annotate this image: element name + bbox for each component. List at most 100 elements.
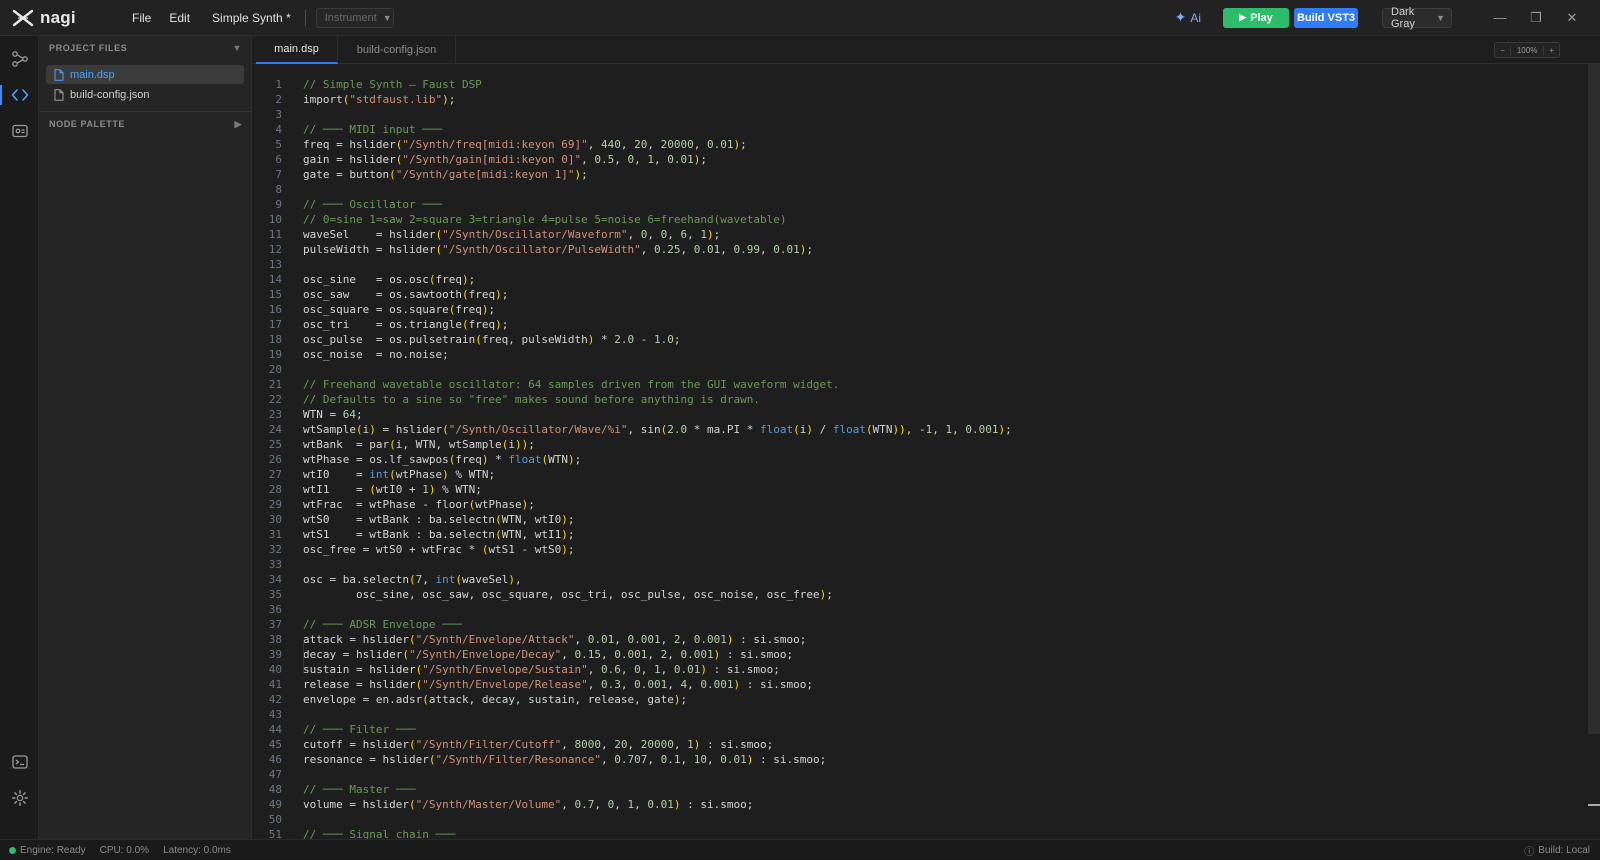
code-text[interactable]: osc_sine, osc_saw, osc_square, osc_tri, … [303, 587, 833, 602]
code-editor[interactable]: 1 // Simple Synth — Faust DSP 2 import("std… [252, 64, 1600, 839]
code-text[interactable]: volume = hslider("/Synth/Master/Volume",… [303, 797, 753, 812]
code-line[interactable]: 13 [252, 257, 1572, 272]
code-line[interactable]: 8 [252, 182, 1572, 197]
code-line[interactable]: 51 // ─── Signal chain ─── [252, 827, 1572, 839]
code-line[interactable]: 24 wtSample(i) = hslider("/Synth/Oscillat… [252, 422, 1572, 437]
code-line[interactable]: 37 // ─── ADSR Envelope ─── [252, 617, 1572, 632]
code-line[interactable]: 5 freq = hslider("/Synth/freq[midi:keyon … [252, 137, 1572, 152]
code-text[interactable]: wtI0 = int(wtPhase) % WTN; [303, 467, 495, 482]
code-text[interactable]: decay = hslider("/Synth/Envelope/Decay",… [303, 647, 793, 662]
menu-file[interactable]: File [132, 11, 151, 25]
code-line[interactable]: 31 wtS1 = wtBank : ba.selectn(WTN, wtI1); [252, 527, 1572, 542]
code-text[interactable]: // ─── Signal chain ─── [303, 827, 455, 839]
project-files-header[interactable]: PROJECT FILES ▼ [39, 37, 252, 59]
code-text[interactable]: osc_free = wtS0 + wtFrac * (wtS1 - wtS0)… [303, 542, 575, 557]
project-type-select[interactable]: Instrument ▼ [315, 7, 394, 28]
code-line[interactable]: 1 // Simple Synth — Faust DSP [252, 77, 1572, 92]
preview-icon[interactable] [0, 113, 39, 149]
code-line[interactable]: 14 osc_sine = os.osc(freq); [252, 272, 1572, 287]
code-text[interactable]: osc = ba.selectn(7, int(waveSel), [303, 572, 522, 587]
code-line[interactable]: 44 // ─── Filter ─── [252, 722, 1572, 737]
code-line[interactable]: 32 osc_free = wtS0 + wtFrac * (wtS1 - wtS… [252, 542, 1572, 557]
code-text[interactable]: // ─── MIDI input ─── [303, 122, 442, 137]
zoom-in-button[interactable]: + [1544, 46, 1559, 55]
code-line[interactable]: 39 decay = hslider("/Synth/Envelope/Decay… [252, 647, 1572, 662]
code-line[interactable]: 17 osc_tri = os.triangle(freq); [252, 317, 1572, 332]
code-line[interactable]: 4 // ─── MIDI input ─── [252, 122, 1572, 137]
code-text[interactable]: waveSel = hslider("/Synth/Oscillator/Wav… [303, 227, 720, 242]
code-text[interactable]: attack = hslider("/Synth/Envelope/Attack… [303, 632, 806, 647]
code-text[interactable]: osc_sine = os.osc(freq); [303, 272, 475, 287]
code-text[interactable]: // ─── Master ─── [303, 782, 416, 797]
code-text[interactable]: wtS1 = wtBank : ba.selectn(WTN, wtI1); [303, 527, 575, 542]
editor-scrollbar[interactable] [1588, 64, 1600, 734]
tab-build-config[interactable]: build-config.json [338, 36, 456, 64]
close-icon[interactable]: ✕ [1554, 10, 1590, 26]
code-line[interactable]: 18 osc_pulse = os.pulsetrain(freq, pulseW… [252, 332, 1572, 347]
code-line[interactable]: 36 [252, 602, 1572, 617]
code-line[interactable]: 22 // Defaults to a sine so "free" makes … [252, 392, 1572, 407]
code-line[interactable]: 20 [252, 362, 1572, 377]
code-line[interactable]: 27 wtI0 = int(wtPhase) % WTN; [252, 467, 1572, 482]
code-text[interactable]: osc_pulse = os.pulsetrain(freq, pulseWid… [303, 332, 681, 347]
code-line[interactable]: 7 gate = button("/Synth/gate[midi:keyon 1… [252, 167, 1572, 182]
code-line[interactable]: 42 envelope = en.adsr(attack, decay, sust… [252, 692, 1572, 707]
code-line[interactable]: 21 // Freehand wavetable oscillator: 64 s… [252, 377, 1572, 392]
code-text[interactable]: // 0=sine 1=saw 2=square 3=triangle 4=pu… [303, 212, 786, 227]
play-button[interactable]: ▶ Play [1223, 7, 1289, 28]
code-text[interactable]: osc_tri = os.triangle(freq); [303, 317, 508, 332]
code-line[interactable]: 10 // 0=sine 1=saw 2=square 3=triangle 4=… [252, 212, 1572, 227]
code-line[interactable]: 9 // ─── Oscillator ─── [252, 197, 1572, 212]
code-line[interactable]: 19 osc_noise = no.noise; [252, 347, 1572, 362]
code-line[interactable]: 26 wtPhase = os.lf_sawpos(freq) * float(W… [252, 452, 1572, 467]
menu-edit[interactable]: Edit [169, 11, 190, 25]
theme-select[interactable]: Dark Gray ▼ [1382, 6, 1452, 30]
code-text[interactable]: gain = hslider("/Synth/gain[midi:keyon 0… [303, 152, 707, 167]
code-line[interactable]: 50 [252, 812, 1572, 827]
code-text[interactable]: wtSample(i) = hslider("/Synth/Oscillator… [303, 422, 1012, 437]
code-text[interactable]: wtBank = par(i, WTN, wtSample(i)); [303, 437, 535, 452]
code-text[interactable]: wtI1 = (wtI0 + 1) % WTN; [303, 482, 482, 497]
code-line[interactable]: 46 resonance = hslider("/Synth/Filter/Res… [252, 752, 1572, 767]
code-line[interactable]: 2 import("stdfaust.lib"); [252, 92, 1572, 107]
code-line[interactable]: 40 sustain = hslider("/Synth/Envelope/Sus… [252, 662, 1572, 677]
code-text[interactable]: cutoff = hslider("/Synth/Filter/Cutoff",… [303, 737, 773, 752]
code-line[interactable]: 43 [252, 707, 1572, 722]
code-line[interactable]: 45 cutoff = hslider("/Synth/Filter/Cutoff… [252, 737, 1572, 752]
node-graph-icon[interactable] [0, 41, 39, 77]
code-line[interactable]: 16 osc_square = os.square(freq); [252, 302, 1572, 317]
code-line[interactable]: 25 wtBank = par(i, WTN, wtSample(i)); [252, 437, 1572, 452]
code-line[interactable]: 23 WTN = 64; [252, 407, 1572, 422]
file-item-main-dsp[interactable]: main.dsp [46, 65, 244, 84]
code-text[interactable]: envelope = en.adsr(attack, decay, sustai… [303, 692, 687, 707]
code-text[interactable]: // Freehand wavetable oscillator: 64 sam… [303, 377, 839, 392]
code-text[interactable]: freq = hslider("/Synth/freq[midi:keyon 6… [303, 137, 747, 152]
code-line[interactable]: 38 attack = hslider("/Synth/Envelope/Atta… [252, 632, 1572, 647]
code-text[interactable]: wtFrac = wtPhase - floor(wtPhase); [303, 497, 535, 512]
code-line[interactable]: 11 waveSel = hslider("/Synth/Oscillator/W… [252, 227, 1572, 242]
code-text[interactable]: resonance = hslider("/Synth/Filter/Reson… [303, 752, 826, 767]
code-text[interactable]: WTN = 64; [303, 407, 363, 422]
code-text[interactable]: osc_noise = no.noise; [303, 347, 449, 362]
terminal-icon[interactable] [0, 744, 39, 780]
code-text[interactable]: pulseWidth = hslider("/Synth/Oscillator/… [303, 242, 813, 257]
code-line[interactable]: 12 pulseWidth = hslider("/Synth/Oscillato… [252, 242, 1572, 257]
tab-main-dsp[interactable]: main.dsp [256, 36, 338, 64]
code-line[interactable]: 49 volume = hslider("/Synth/Master/Volume… [252, 797, 1572, 812]
code-text[interactable]: import("stdfaust.lib"); [303, 92, 455, 107]
code-line[interactable]: 47 [252, 767, 1572, 782]
settings-icon[interactable] [0, 780, 39, 816]
code-text[interactable]: osc_saw = os.sawtooth(freq); [303, 287, 508, 302]
code-lines[interactable]: 1 // Simple Synth — Faust DSP 2 import("std… [252, 77, 1572, 839]
code-line[interactable]: 6 gain = hslider("/Synth/gain[midi:keyon … [252, 152, 1572, 167]
code-text[interactable]: // Simple Synth — Faust DSP [303, 77, 482, 92]
code-text[interactable]: gate = button("/Synth/gate[midi:keyon 1]… [303, 167, 588, 182]
code-line[interactable]: 3 [252, 107, 1572, 122]
code-icon[interactable] [0, 77, 39, 113]
code-line[interactable]: 33 [252, 557, 1572, 572]
code-text[interactable]: sustain = hslider("/Synth/Envelope/Susta… [303, 662, 780, 677]
code-line[interactable]: 35 osc_sine, osc_saw, osc_square, osc_tr… [252, 587, 1572, 602]
code-text[interactable]: wtPhase = os.lf_sawpos(freq) * float(WTN… [303, 452, 581, 467]
code-text[interactable]: // ─── Oscillator ─── [303, 197, 442, 212]
restore-icon[interactable]: ❐ [1518, 10, 1554, 26]
